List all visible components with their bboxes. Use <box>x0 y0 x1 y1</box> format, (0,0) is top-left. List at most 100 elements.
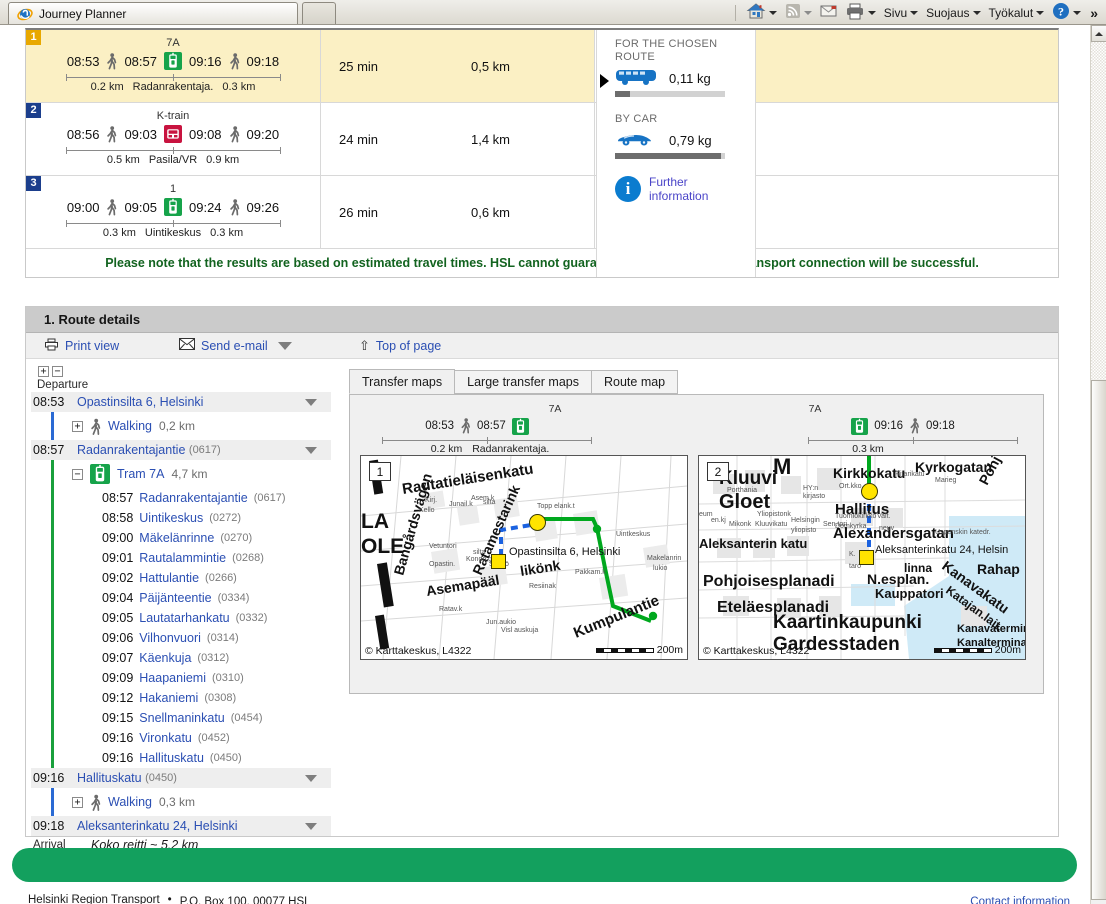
collapse-leg-button[interactable]: − <box>72 468 83 480</box>
tram-stop-name[interactable]: Käenkuja <box>139 651 191 665</box>
map-tab[interactable]: Large transfer maps <box>454 370 592 394</box>
tram-stop-item[interactable]: 09:12 Hakaniemi (0308) <box>54 688 331 708</box>
new-tab-button[interactable] <box>302 2 336 24</box>
chevron-down-icon[interactable] <box>305 774 317 782</box>
mail-button[interactable] <box>817 2 840 23</box>
stop-name[interactable]: Aleksanterinkatu 24, Helsinki <box>77 819 238 833</box>
transfer-map-image[interactable]: Rautatieläisenkatu Ratamestarink Asemapääl… <box>360 455 688 660</box>
browser-tab-journey-planner[interactable]: Journey Planner <box>8 2 298 24</box>
chevron-down-icon[interactable] <box>910 10 919 15</box>
stop-name[interactable]: Radanrakentajantie <box>77 443 185 457</box>
transfer-map-panel: 7A 08:53 08:57 0.2 km Radanrakentaja. Rautati… <box>360 403 690 685</box>
mini-distances: 0.2 km Radanrakentaja. <box>360 443 690 455</box>
result-line-label: 7A <box>166 37 180 49</box>
expand-all-button[interactable]: + <box>38 365 49 377</box>
co2-car-bar <box>615 153 725 159</box>
top-of-page-button[interactable]: ⇧ Top of page <box>359 338 441 354</box>
leg-label[interactable]: Walking <box>108 795 152 809</box>
chevron-down-icon[interactable] <box>305 398 317 406</box>
tram-stop-item[interactable]: 08:57 Radanrakentajantie (0617) <box>54 488 331 508</box>
chevron-down-icon[interactable] <box>305 822 317 830</box>
mini-line-label: 7A <box>808 403 822 415</box>
tram-stop-item[interactable]: 09:04 Päijänteentie (0334) <box>54 588 331 608</box>
tram-stop-name[interactable]: Snellmaninkatu <box>139 711 224 725</box>
home-button[interactable] <box>743 2 780 23</box>
itinerary-stop-row[interactable]: 09:16 Hallituskatu (0450) <box>31 768 331 788</box>
collapse-all-button[interactable]: − <box>52 365 63 377</box>
tram-stop-item[interactable]: 09:02 Hattulantie (0266) <box>54 568 331 588</box>
expand-leg-button[interactable]: + <box>72 420 83 432</box>
leg-label[interactable]: Walking <box>108 419 152 433</box>
tram-stop-name[interactable]: Rautalammintie <box>139 551 226 565</box>
tram-stop-name[interactable]: Hallituskatu <box>139 751 204 765</box>
tram-stop-item[interactable]: 09:16 Hallituskatu (0450) <box>54 748 331 768</box>
chevron-down-icon[interactable] <box>972 10 981 15</box>
tram-stop-item[interactable]: 09:15 Snellmaninkatu (0454) <box>54 708 331 728</box>
itinerary-leg-row[interactable]: − Tram 7A 4,7 km <box>31 460 331 488</box>
chevron-down-icon[interactable] <box>305 446 317 454</box>
tram-stop-item[interactable]: 09:09 Haapaniemi (0310) <box>54 668 331 688</box>
time-depart: 08:56 <box>66 126 100 142</box>
print-view-button[interactable]: Print view <box>44 338 179 354</box>
result-row[interactable]: 2 K-train 08:56 09:03 09:08 09:20 0.5 km Pasila… <box>26 102 1058 175</box>
further-information-link[interactable]: i Further information <box>615 175 755 203</box>
svg-text:Aleksanterin katu: Aleksanterin katu <box>699 536 807 551</box>
result-row[interactable]: 3 1 09:00 09:05 09:24 09:26 0.3 km Uintikeskus 0… <box>26 175 1058 248</box>
toolbar-overflow-button[interactable]: » <box>1086 5 1102 21</box>
contact-information-link[interactable]: Contact information <box>970 894 1070 904</box>
tram-stop-name[interactable]: Mäkelänrinne <box>139 531 214 545</box>
send-email-button[interactable]: Send e-mail <box>179 338 359 353</box>
svg-text:Kluuvikatu: Kluuvikatu <box>755 521 787 528</box>
result-distances: 0.2 km Radanrakentaja. 0.3 km <box>26 81 320 93</box>
help-menu-button[interactable]: ? <box>1049 2 1084 23</box>
scroll-up-button[interactable] <box>1091 25 1106 42</box>
map-tab[interactable]: Transfer maps <box>349 369 456 394</box>
result-duration: 25 min <box>339 58 379 74</box>
tram-stop-name[interactable]: Lautatarhankatu <box>139 611 229 625</box>
tram-stop-name[interactable]: Radanrakentajantie <box>139 491 247 505</box>
chevron-down-icon[interactable] <box>1073 10 1082 15</box>
scrollbar-thumb[interactable] <box>1091 380 1106 900</box>
print-button[interactable] <box>842 2 879 23</box>
map-tab[interactable]: Route map <box>590 370 679 394</box>
tram-stop-name[interactable]: Vironkatu <box>139 731 192 745</box>
scrollbar-track[interactable] <box>1091 42 1106 380</box>
arrow-up-icon: ⇧ <box>359 337 370 353</box>
chevron-down-icon[interactable] <box>1036 10 1045 15</box>
tools-menu-button[interactable]: Työkalut <box>986 2 1048 23</box>
tram-stop-name[interactable]: Hakaniemi <box>139 691 198 705</box>
chevron-down-icon[interactable] <box>867 10 876 15</box>
stop-name[interactable]: Opastinsilta 6, Helsinki <box>77 395 203 409</box>
chevron-down-icon[interactable] <box>768 10 777 15</box>
svg-text:Pakkam.k: Pakkam.k <box>575 569 606 576</box>
itinerary-leg-row[interactable]: + Walking 0,2 km <box>31 412 331 440</box>
expand-leg-button[interactable]: + <box>72 796 83 808</box>
transfer-map-image[interactable]: Kluuvi Gloet M Kirkkokatu Kyrkogatan Pohj Hall… <box>698 455 1026 660</box>
itinerary-leg-row[interactable]: + Walking 0,3 km <box>31 788 331 816</box>
stop-time: 08:53 <box>33 395 65 409</box>
feeds-button[interactable] <box>782 2 815 23</box>
tram-stop-item[interactable]: 09:16 Vironkatu (0452) <box>54 728 331 748</box>
page-menu-button[interactable]: Sivu <box>881 2 921 23</box>
tram-stop-item[interactable]: 08:58 Uintikeskus (0272) <box>54 508 331 528</box>
itinerary-stop-row[interactable]: 09:18 Aleksanterinkatu 24, Helsinki <box>31 816 331 836</box>
safety-menu-button[interactable]: Suojaus <box>923 2 983 23</box>
leg-label[interactable]: Tram 7A <box>117 467 164 481</box>
tram-stop-name[interactable]: Päijänteentie <box>139 591 211 605</box>
itinerary-stop-row[interactable]: 08:57 Radanrakentajantie (0617) <box>31 440 331 460</box>
tram-stop-item[interactable]: 09:06 Vilhonvuori (0314) <box>54 628 331 648</box>
tram-stop-name[interactable]: Vilhonvuori <box>139 631 201 645</box>
chevron-down-icon[interactable] <box>803 10 812 15</box>
tram-stop-name[interactable]: Haapaniemi <box>139 671 206 685</box>
result-row[interactable]: 1 7A 08:53 08:57 09:16 09:18 0.2 km Radanrakent… <box>26 30 1058 102</box>
tram-stop-item[interactable]: 09:07 Käenkuja (0312) <box>54 648 331 668</box>
tram-stop-name[interactable]: Hattulantie <box>139 571 199 585</box>
itinerary-stop-row[interactable]: 08:53 Opastinsilta 6, Helsinki <box>31 392 331 412</box>
page-scrollbar[interactable] <box>1090 25 1106 904</box>
stop-name[interactable]: Hallituskatu <box>77 771 142 785</box>
chevron-down-icon[interactable] <box>277 341 292 350</box>
tram-stop-item[interactable]: 09:00 Mäkelänrinne (0270) <box>54 528 331 548</box>
tram-stop-item[interactable]: 09:05 Lautatarhankatu (0332) <box>54 608 331 628</box>
tram-stop-item[interactable]: 09:01 Rautalammintie (0268) <box>54 548 331 568</box>
tram-stop-name[interactable]: Uintikeskus <box>139 511 203 525</box>
